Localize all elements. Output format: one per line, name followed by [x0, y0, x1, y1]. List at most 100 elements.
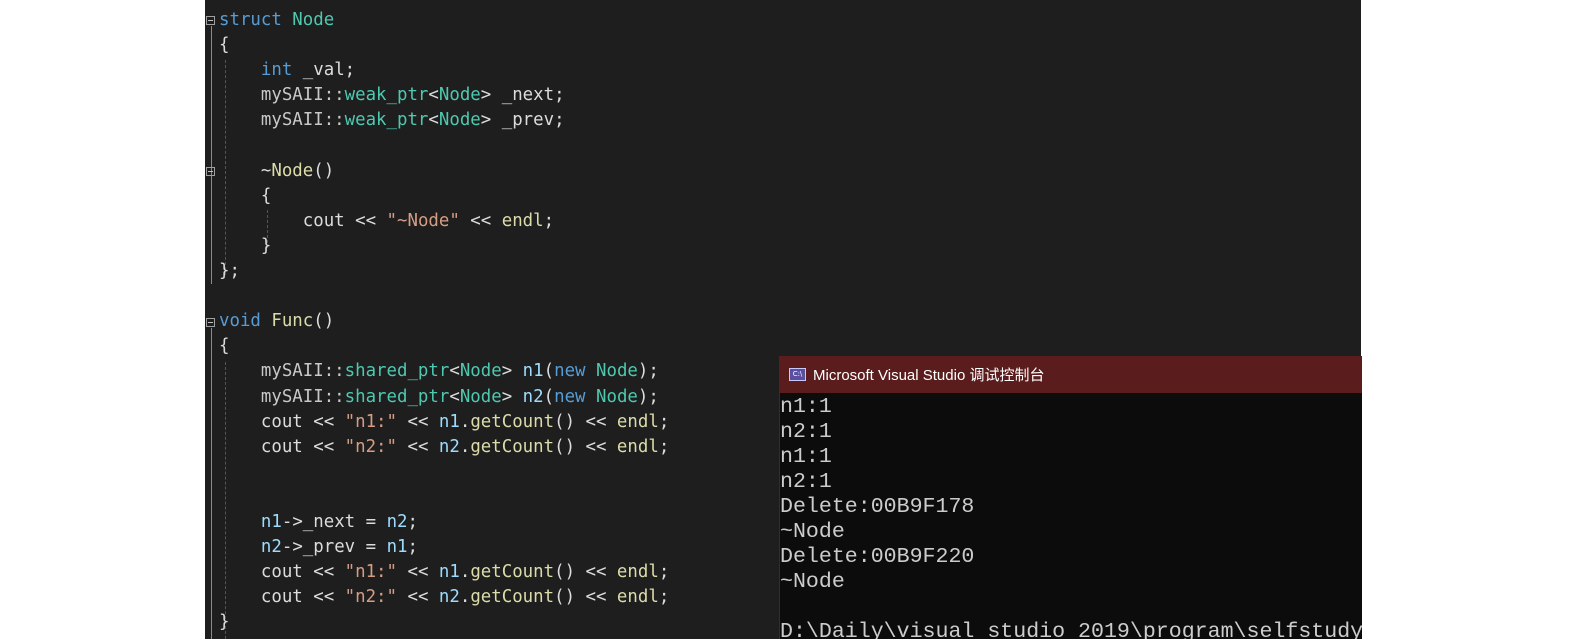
code-token: () << [554, 587, 617, 608]
code-token: } [219, 235, 272, 256]
code-token: ( [543, 361, 555, 382]
collapse-func-icon[interactable] [206, 318, 215, 327]
code-token: new [554, 361, 596, 382]
code-line: void Func() [219, 309, 334, 334]
code-token: Node [438, 85, 481, 106]
code-token: -> [281, 537, 303, 558]
code-token: << [397, 436, 439, 457]
code-token: << [397, 411, 439, 432]
console-output-line: ~Node [780, 520, 845, 544]
code-line: } [219, 610, 229, 635]
debug-console-window[interactable]: C:\ Microsoft Visual Studio 调试控制台 n1:1 n2… [779, 356, 1362, 639]
code-token: endl [616, 587, 659, 608]
code-token: struct [219, 10, 293, 30]
code-token: Node [438, 110, 481, 131]
code-token: "n1:" [344, 562, 397, 583]
console-output-line: Delete:00B9F220 [780, 545, 975, 569]
code-token: ; [658, 562, 670, 583]
code-token: ( [543, 386, 555, 407]
code-token: . [459, 411, 471, 432]
code-line: ~Node() [219, 159, 334, 184]
code-token: = [355, 537, 387, 558]
code-token: ; [658, 411, 670, 432]
code-token: mySAII:: [219, 386, 345, 407]
code-token: shared_ptr [344, 361, 450, 382]
code-token: < [428, 110, 439, 131]
code-token: n2 [522, 386, 544, 407]
code-token: ; [543, 210, 555, 231]
outline-guide [211, 328, 212, 639]
code-token: . [459, 587, 471, 608]
code-token: "~Node" [386, 210, 460, 231]
code-token: shared_ptr [344, 386, 450, 407]
code-token: ~ [219, 160, 272, 181]
code-token: () << [554, 411, 617, 432]
console-title: Microsoft Visual Studio 调试控制台 [813, 367, 1045, 384]
code-token: Node [459, 386, 502, 407]
code-line: mySAII::weak_ptr<Node> _next; [219, 83, 565, 108]
code-token: () << [554, 562, 617, 583]
code-token: n2 [386, 512, 408, 532]
code-token: "n1:" [344, 411, 397, 432]
code-token: n1 [260, 512, 282, 532]
code-token: cout << [219, 411, 345, 432]
code-token: () [313, 160, 335, 181]
code-line: cout << "~Node" << endl; [219, 209, 554, 234]
code-token: getCount [470, 562, 555, 583]
code-token: n1 [522, 361, 544, 382]
code-token: > _prev; [480, 110, 565, 131]
code-token: Node [459, 361, 502, 382]
code-token: << [397, 587, 439, 608]
code-token: << [459, 210, 502, 231]
code-token: getCount [470, 436, 555, 457]
code-line: { [219, 33, 229, 58]
code-token: cout << [219, 210, 387, 231]
code-token: < [449, 361, 460, 382]
code-token: () << [554, 436, 617, 457]
code-line: cout << "n2:" << n2.getCount() << endl; [219, 585, 669, 610]
code-token: < [428, 85, 439, 106]
code-line: mySAII::weak_ptr<Node> _prev; [219, 108, 565, 133]
code-token: void [219, 311, 272, 332]
console-title-bar[interactable]: C:\ Microsoft Visual Studio 调试控制台 [780, 356, 1362, 393]
code-token: _next [302, 512, 356, 532]
code-token: = [355, 512, 387, 532]
code-token: "n2:" [344, 587, 397, 608]
console-output-line: n2:1 [780, 470, 832, 494]
code-token: ; [407, 512, 419, 532]
code-token: mySAII:: [219, 110, 345, 131]
console-output-line: n1:1 [780, 395, 832, 419]
code-token: Node [271, 160, 314, 181]
code-token: ); [637, 386, 659, 407]
code-line: n1->_next = n2; [219, 510, 418, 535]
code-token: int [260, 60, 293, 81]
code-token: -> [281, 512, 303, 532]
code-line: } [219, 234, 271, 259]
code-token: cout << [219, 436, 345, 457]
code-token: } [219, 612, 230, 633]
code-token: _prev [302, 537, 356, 558]
code-token: mySAII:: [219, 85, 345, 106]
code-token: n1 [386, 537, 408, 558]
code-token: ; [658, 436, 670, 457]
code-token: n1 [438, 411, 460, 432]
collapse-struct-icon[interactable] [206, 16, 215, 25]
code-token: () [313, 311, 335, 332]
console-output: n1:1 n2:1 n1:1 n2:1 Delete:00B9F178 ~Node Dele… [780, 393, 1362, 639]
collapse-destructor-icon[interactable] [206, 167, 215, 176]
code-token: "n2:" [344, 436, 397, 457]
code-token: ; [658, 587, 670, 608]
code-token: getCount [470, 411, 555, 432]
outline-guide [211, 26, 212, 284]
code-token: > [501, 386, 523, 407]
code-token: > _next; [480, 85, 565, 106]
code-line: { [219, 184, 271, 209]
code-token: { [219, 336, 230, 357]
code-token: << [397, 562, 439, 583]
code-token: weak_ptr [344, 85, 429, 106]
code-line: }; [219, 259, 240, 284]
